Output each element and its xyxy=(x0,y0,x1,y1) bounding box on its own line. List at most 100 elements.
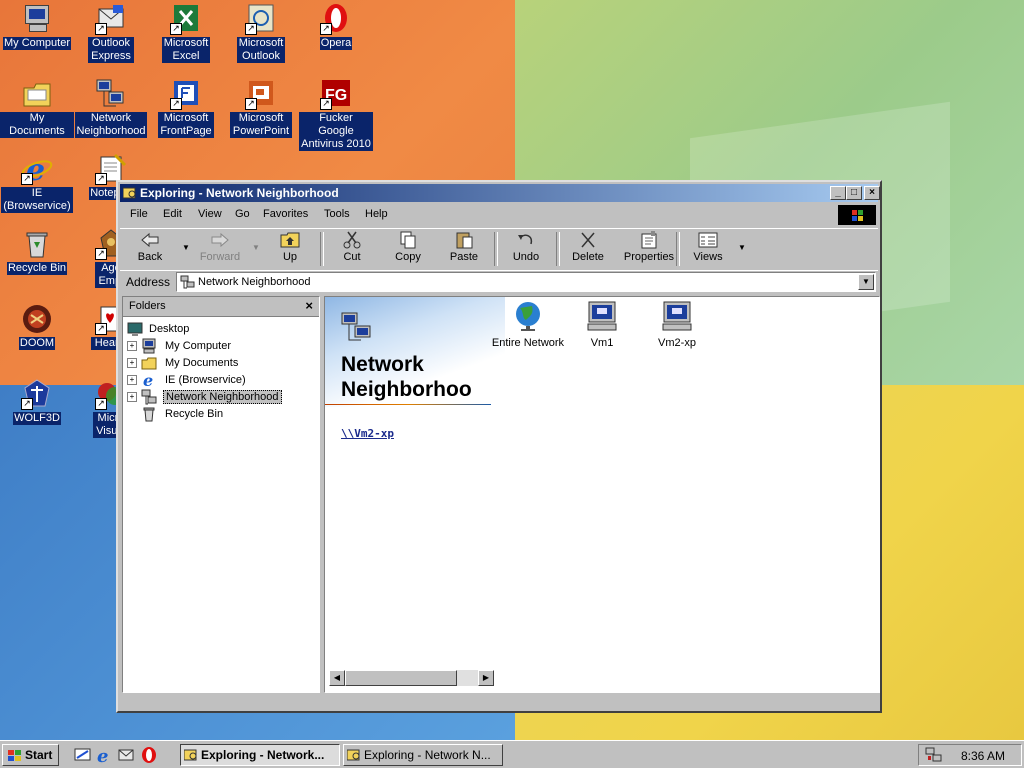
horizontal-scrollbar[interactable]: ◀ ▶ xyxy=(329,670,494,686)
title-bar[interactable]: Exploring - Network Neighborhood _ □ × xyxy=(120,184,880,202)
menu-favorites[interactable]: Favorites xyxy=(263,208,308,220)
expand-icon[interactable]: + xyxy=(127,375,137,385)
desktop-icon-network-neighborhood[interactable]: Network Neighborhood xyxy=(74,78,148,138)
antivirus-icon: FG ↗ xyxy=(320,78,352,110)
address-value: Network Neighborhood xyxy=(198,276,311,288)
menu-tools[interactable]: Tools xyxy=(324,208,350,220)
outlook-express-quicklaunch-icon[interactable] xyxy=(118,746,136,764)
up-label: Up xyxy=(282,251,298,263)
network-tray-icon[interactable] xyxy=(925,747,943,763)
desktop-icon-recycle-bin[interactable]: Recycle Bin xyxy=(0,228,74,275)
content-item-vm1[interactable]: Vm1 xyxy=(562,300,642,349)
desktop-icon-label: My Computer xyxy=(2,37,72,50)
frontpage-icon: ↗ xyxy=(170,78,202,110)
folders-close-button[interactable]: × xyxy=(305,298,313,313)
desktop-icon-powerpoint[interactable]: ↗ Microsoft PowerPoint xyxy=(224,78,298,138)
network-neighborhood-large-icon xyxy=(341,311,373,343)
copy-button[interactable]: Copy xyxy=(382,231,434,267)
desktop-icon-label: DOOM xyxy=(18,337,56,350)
desktop-icon-label: Network Neighborhood xyxy=(75,112,147,138)
toolbar-separator xyxy=(676,232,680,266)
task-button-exploring-1[interactable]: Exploring - Network... xyxy=(180,744,340,766)
copy-icon xyxy=(398,231,418,249)
desktop-icon-outlook[interactable]: ↗ Microsoft Outlook xyxy=(224,3,298,63)
minimize-button[interactable]: _ xyxy=(830,186,846,200)
undo-button[interactable]: Undo xyxy=(500,231,552,267)
recycle-bin-icon xyxy=(21,228,53,260)
start-button[interactable]: Start xyxy=(2,744,59,766)
forward-button[interactable]: Forward xyxy=(194,231,246,267)
desktop-icon-frontpage[interactable]: ↗ Microsoft FrontPage xyxy=(149,78,223,138)
views-icon xyxy=(698,231,718,249)
desktop-icon-doom[interactable]: DOOM xyxy=(0,303,74,350)
content-item-vm2-xp[interactable]: Vm2-xp xyxy=(637,300,717,349)
expand-icon[interactable]: + xyxy=(127,341,137,351)
desktop-icon-my-computer[interactable]: My Computer xyxy=(0,3,74,50)
desktop-icon-label: Microsoft Excel xyxy=(162,37,210,63)
windows-logo-icon xyxy=(838,205,876,225)
menu-view[interactable]: View xyxy=(198,208,222,220)
desktop-icon-wolf3d[interactable]: ↗ WOLF3D xyxy=(0,378,74,425)
properties-button[interactable]: Properties xyxy=(618,231,680,267)
scroll-thumb[interactable] xyxy=(345,670,457,686)
scroll-right-icon[interactable]: ▶ xyxy=(478,670,494,686)
views-button[interactable]: Views xyxy=(682,231,734,267)
show-desktop-icon[interactable] xyxy=(74,746,92,764)
task-label: Exploring - Network... xyxy=(201,748,325,762)
scissors-icon xyxy=(342,231,362,249)
back-arrow-icon xyxy=(140,231,160,249)
expand-icon[interactable]: + xyxy=(127,392,137,402)
cut-button[interactable]: Cut xyxy=(326,231,378,267)
back-dropdown-icon[interactable]: ▼ xyxy=(182,243,190,252)
content-item-label: Vm2-xp xyxy=(658,337,696,349)
task-button-exploring-2[interactable]: Exploring - Network N... xyxy=(343,744,503,766)
forward-label: Forward xyxy=(199,251,241,263)
globe-icon xyxy=(512,300,544,332)
desktop-icon-label: IE (Browservice) xyxy=(1,187,73,213)
desktop-icon-excel[interactable]: ↗ Microsoft Excel xyxy=(149,3,223,63)
expand-icon[interactable]: + xyxy=(127,358,137,368)
address-bar: Address Network Neighborhood ▼ xyxy=(120,270,878,293)
opera-quicklaunch-icon[interactable] xyxy=(140,746,158,764)
desktop-icon-ie[interactable]: e ↗ IE (Browservice) xyxy=(0,153,74,213)
back-button[interactable]: Back xyxy=(124,231,176,267)
content-heading-line1: Network xyxy=(341,353,424,376)
undo-icon xyxy=(516,231,536,249)
network-path-link[interactable]: \\Vm2-xp xyxy=(341,427,394,440)
cut-label: Cut xyxy=(343,251,361,263)
menu-help[interactable]: Help xyxy=(365,208,388,220)
content-item-label: Entire Network xyxy=(491,337,565,349)
computer-icon xyxy=(586,300,618,332)
my-computer-icon xyxy=(21,3,53,35)
forward-dropdown-icon[interactable]: ▼ xyxy=(252,243,260,252)
content-item-entire-network[interactable]: Entire Network xyxy=(488,300,568,349)
desktop-icon-my-documents[interactable]: My Documents xyxy=(0,78,74,138)
clock[interactable]: 8:36 AM xyxy=(961,749,1005,763)
undo-label: Undo xyxy=(512,251,540,263)
desktop-icon-label: WOLF3D xyxy=(13,412,61,425)
views-dropdown-icon[interactable]: ▼ xyxy=(738,243,746,252)
menu-edit[interactable]: Edit xyxy=(163,208,182,220)
svg-text:e: e xyxy=(143,372,153,388)
explorer-window: Exploring - Network Neighborhood _ □ × F… xyxy=(116,180,882,713)
scroll-left-icon[interactable]: ◀ xyxy=(329,670,345,686)
up-button[interactable]: Up xyxy=(264,231,316,267)
maximize-button[interactable]: □ xyxy=(846,186,862,200)
address-field[interactable]: Network Neighborhood ▼ xyxy=(176,272,876,292)
explorer-window-icon xyxy=(122,186,137,200)
up-folder-icon xyxy=(280,231,300,249)
paste-button[interactable]: Paste xyxy=(438,231,490,267)
desktop-icon-opera[interactable]: ↗ Opera xyxy=(299,3,373,50)
address-dropdown-icon[interactable]: ▼ xyxy=(858,274,874,290)
desktop-icon-outlook-express[interactable]: ↗ Outlook Express xyxy=(74,3,148,63)
menu-go[interactable]: Go xyxy=(235,208,250,220)
ie-quicklaunch-icon[interactable]: e xyxy=(96,746,114,767)
desktop-icon-antivirus[interactable]: FG ↗ Fucker Google Antivirus 2010 xyxy=(299,78,373,151)
views-label: Views xyxy=(693,251,723,263)
desktop-icon-label: Microsoft FrontPage xyxy=(158,112,214,138)
doom-icon xyxy=(21,303,53,335)
delete-button[interactable]: Delete xyxy=(562,231,614,267)
folders-header: Folders × xyxy=(123,297,319,317)
menu-file[interactable]: File xyxy=(130,208,148,220)
close-button[interactable]: × xyxy=(864,186,880,200)
